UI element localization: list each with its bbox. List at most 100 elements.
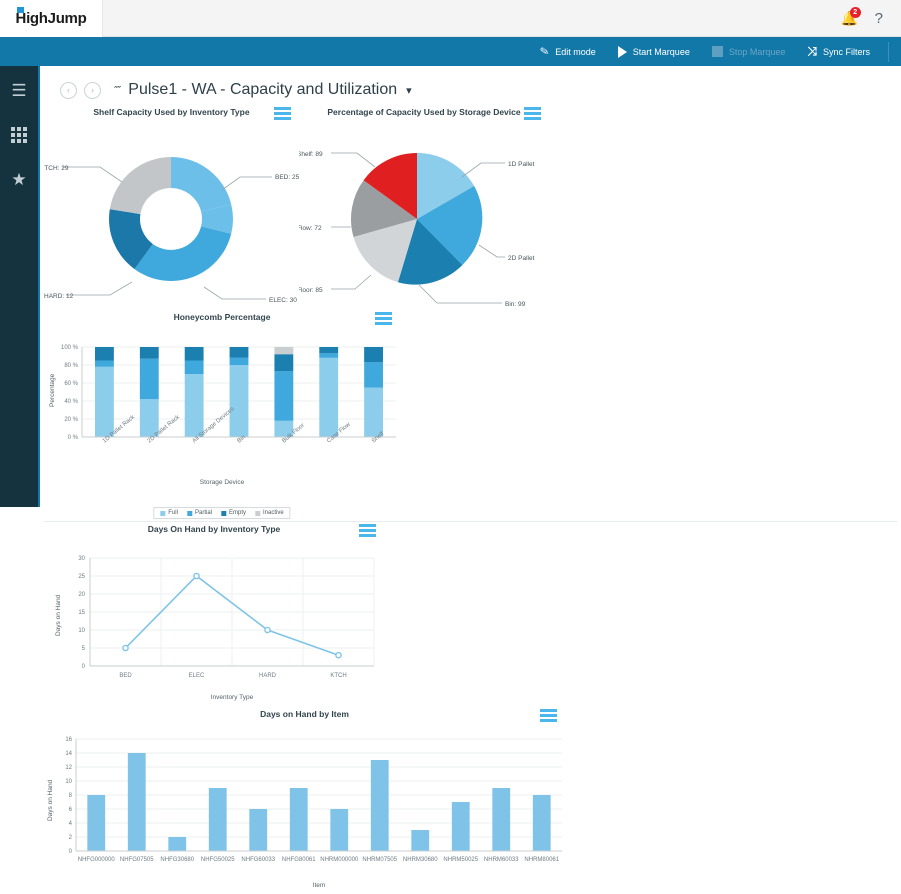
svg-text:15: 15 <box>78 610 85 616</box>
svg-text:HARD: HARD <box>259 673 277 679</box>
pie-label-flow: Flow: 72 <box>299 225 322 232</box>
svg-text:14: 14 <box>65 751 72 757</box>
header-actions: 🔔 2 ? <box>841 9 901 27</box>
svg-text:ELEC: ELEC <box>189 673 205 679</box>
svg-text:0 %: 0 % <box>68 435 79 441</box>
donut-label-ktch: KTCH: 29 <box>44 165 69 172</box>
svg-text:NHRM000000: NHRM000000 <box>320 857 359 863</box>
chart-menu-icon[interactable] <box>274 107 291 120</box>
svg-text:NHRM80061: NHRM80061 <box>524 857 559 863</box>
chart-card-storage-device: Percentage of Capacity Used by Storage D… <box>299 107 549 312</box>
chart-menu-icon[interactable] <box>359 524 376 537</box>
play-icon <box>618 46 627 58</box>
logo-text: HighJump <box>16 10 87 27</box>
svg-text:0: 0 <box>69 849 73 855</box>
left-sidebar: ☰ ★ <box>0 66 38 507</box>
chart-card-days-on-hand-type: Days On Hand by Inventory Type 051015202… <box>44 524 384 709</box>
honeycomb-legend: Full Partial Empty Inactive <box>153 507 290 519</box>
svg-text:KTCH: KTCH <box>330 673 346 679</box>
svg-text:80 %: 80 % <box>64 363 78 369</box>
start-marquee-label: Start Marquee <box>633 47 690 57</box>
chart-menu-icon[interactable] <box>375 312 392 325</box>
brand-logo[interactable]: HighJump <box>0 0 103 37</box>
card-header: Honeycomb Percentage <box>44 312 400 332</box>
line-ylabel: Days on Hand <box>55 594 62 636</box>
svg-text:2: 2 <box>69 835 73 841</box>
donut-label-hard: HARD: 12 <box>44 293 74 300</box>
svg-text:NHFG07505: NHFG07505 <box>120 857 154 863</box>
section-divider <box>44 521 897 522</box>
hamburger-menu-icon[interactable]: ☰ <box>11 82 26 99</box>
dashboard-toolbar: ✎ Edit mode Start Marquee Stop Marquee ⤨… <box>0 37 901 66</box>
bar-plot: 0246810121416 NHFG000000NHFG07505NHFG306… <box>44 729 565 894</box>
start-marquee-button[interactable]: Start Marquee <box>618 46 690 58</box>
svg-text:10: 10 <box>78 628 85 634</box>
svg-text:NHRM60033: NHRM60033 <box>484 857 519 863</box>
svg-text:25: 25 <box>78 574 85 580</box>
legend-label: Full <box>168 510 178 516</box>
chart-menu-icon[interactable] <box>540 709 557 722</box>
notifications-button[interactable]: 🔔 2 <box>841 9 857 27</box>
svg-text:30: 30 <box>78 556 85 562</box>
svg-text:NHFG30680: NHFG30680 <box>160 857 194 863</box>
chart-card-shelf-capacity: Shelf Capacity Used by Inventory Type <box>44 107 299 312</box>
pie-label-1d-pallet: 1D Pallet <box>508 161 535 168</box>
bar-ylabel: Days on Hand <box>47 779 54 821</box>
line-plot: 051015202530 BEDELECHARDKTCH Days on Han… <box>44 544 384 709</box>
grid-apps-icon[interactable] <box>11 127 27 143</box>
sync-filters-button[interactable]: ⤨ Sync Filters <box>807 44 870 59</box>
forward-button[interactable]: › <box>84 82 101 99</box>
back-button[interactable]: ‹ <box>60 82 77 99</box>
stop-marquee-button[interactable]: Stop Marquee <box>712 46 786 57</box>
edit-mode-button[interactable]: ✎ Edit mode <box>540 45 596 58</box>
card-header: Shelf Capacity Used by Inventory Type <box>44 107 299 127</box>
chart-title: Honeycomb Percentage <box>174 312 271 322</box>
svg-text:NHRM07505: NHRM07505 <box>362 857 397 863</box>
svg-text:NHFG80061: NHFG80061 <box>282 857 316 863</box>
svg-text:100 %: 100 % <box>61 345 79 351</box>
legend-label: Inactive <box>263 510 284 516</box>
chart-title: Percentage of Capacity Used by Storage D… <box>327 107 520 117</box>
chart-title: Days On Hand by Inventory Type <box>148 524 281 534</box>
svg-text:10: 10 <box>65 779 72 785</box>
svg-text:BED: BED <box>119 673 132 679</box>
legend-item-empty: Empty <box>221 510 246 516</box>
chevron-down-icon[interactable]: ▾ <box>406 84 412 97</box>
legend-item-partial: Partial <box>187 510 212 516</box>
help-icon[interactable]: ? <box>875 10 883 27</box>
chart-title: Shelf Capacity Used by Inventory Type <box>93 107 249 117</box>
svg-text:8: 8 <box>69 793 73 799</box>
svg-text:12: 12 <box>65 765 72 771</box>
charts-grid: Shelf Capacity Used by Inventory Type <box>40 107 901 894</box>
svg-text:4: 4 <box>69 821 73 827</box>
card-header: Days on Hand by Item <box>44 709 565 729</box>
svg-text:60 %: 60 % <box>64 381 78 387</box>
svg-text:20: 20 <box>78 592 85 598</box>
pie-label-shelf: Shelf: 89 <box>299 151 323 158</box>
edit-mode-label: Edit mode <box>555 47 596 57</box>
donut-label-bed: BED: 25 <box>275 174 299 181</box>
shuffle-icon: ⤨ <box>807 44 817 59</box>
card-header: Days On Hand by Inventory Type <box>44 524 384 544</box>
stop-marquee-label: Stop Marquee <box>729 47 786 57</box>
pie-label-bin: Bin: 99 <box>505 301 526 308</box>
legend-item-full: Full <box>160 510 178 516</box>
chart-menu-icon[interactable] <box>524 107 541 120</box>
svg-text:40 %: 40 % <box>64 399 78 405</box>
svg-text:NHFG000000: NHFG000000 <box>78 857 116 863</box>
svg-text:NHFG50025: NHFG50025 <box>201 857 235 863</box>
app-body: ☰ ★ ‹ › ⁗ Pulse1 - WA - Capacity and Uti… <box>0 66 901 507</box>
page-title-row: ‹ › ⁗ Pulse1 - WA - Capacity and Utiliza… <box>40 76 901 107</box>
chart-card-days-on-hand-item: Days on Hand by Item 0246810121416 NHFG0… <box>44 709 565 894</box>
honeycomb-ylabel: Percentage <box>49 373 56 407</box>
svg-text:NHRM30680: NHRM30680 <box>403 857 438 863</box>
svg-text:5: 5 <box>82 646 86 652</box>
donut-label-elec: ELEC: 30 <box>269 297 297 304</box>
dashboard-content: ‹ › ⁗ Pulse1 - WA - Capacity and Utiliza… <box>38 66 901 507</box>
star-icon[interactable]: ★ <box>11 171 26 188</box>
card-header: Percentage of Capacity Used by Storage D… <box>299 107 549 127</box>
pie-label-floor: Floor: 85 <box>299 287 323 294</box>
chart-card-honeycomb: Honeycomb Percentage 0 %20 %40 %60 %80 %… <box>44 312 400 517</box>
pie-plot: 1D Pallet 2D Pallet Bin: 99 Floor: 85 Fl… <box>299 127 549 312</box>
legend-item-inactive: Inactive <box>255 510 284 516</box>
